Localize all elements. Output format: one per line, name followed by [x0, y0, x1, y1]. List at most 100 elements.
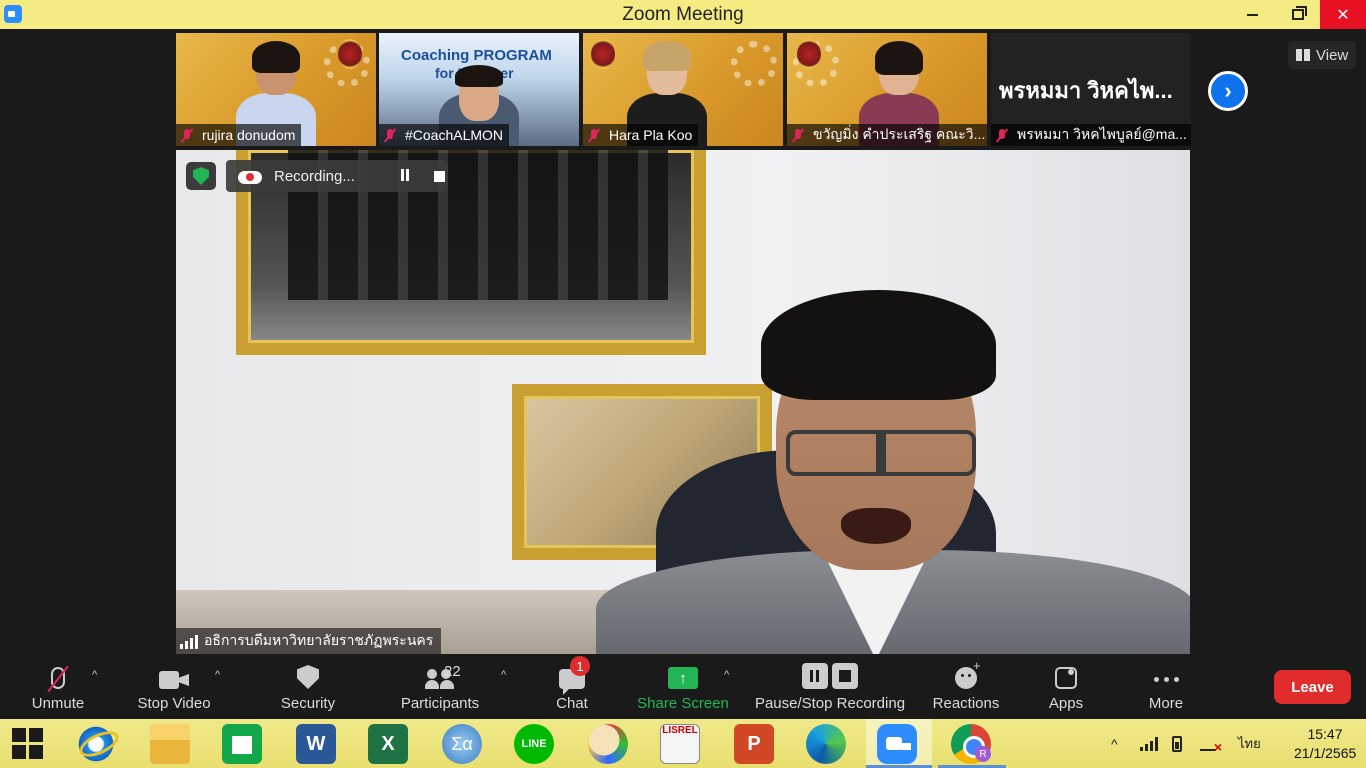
speaker-name: อธิการบดีมหาวิทยาลัยราชภัฏพระนคร — [204, 632, 434, 648]
mic-muted-icon — [587, 128, 601, 142]
participant-name-bar: ขวัญมิ่ง คำประเสริฐ คณะวิ... — [787, 124, 987, 146]
speaker-figure — [596, 280, 1190, 654]
encryption-badge[interactable] — [186, 162, 216, 190]
more-dots-icon — [1153, 669, 1179, 689]
clock-date: 21/1/2565 — [1294, 745, 1357, 761]
unread-badge: 1 — [570, 656, 590, 676]
window-title: Zoom Meeting — [622, 4, 744, 25]
share-screen-icon: ↑ — [668, 667, 698, 689]
minimize-icon — [1246, 13, 1258, 16]
line-app-icon[interactable]: LINE — [514, 724, 554, 764]
participant-thumbnail[interactable]: ขวัญมิ่ง คำประเสริฐ คณะวิ... — [787, 33, 987, 146]
show-hidden-icons-button[interactable]: ^ — [1111, 719, 1118, 768]
audio-options-chevron[interactable]: ^ — [92, 669, 97, 681]
speaker-name-bar: อธิการบดีมหาวิทยาลัยราชภัฏพระนคร — [176, 628, 442, 654]
next-page-button[interactable]: › — [1208, 71, 1248, 111]
chevron-right-icon: › — [1224, 78, 1232, 103]
participant-name: ขวัญมิ่ง คำประเสริฐ คณะวิ... — [813, 126, 986, 142]
meeting-area: rujira donudom Coaching PROGRAM for Lect… — [0, 29, 1366, 655]
participant-thumbnail[interactable]: Hara Pla Koo — [583, 33, 783, 146]
paint-icon[interactable] — [588, 724, 628, 764]
mic-muted-icon — [180, 128, 194, 142]
maximize-button[interactable] — [1275, 0, 1321, 29]
pause-stop-recording-button[interactable]: Pause/Stop Recording — [752, 655, 908, 719]
chat-button[interactable]: 1 Chat — [548, 655, 596, 719]
university-emblem — [591, 39, 615, 69]
stop-video-button[interactable]: Stop Video — [134, 655, 214, 719]
view-label: View — [1316, 46, 1349, 64]
pause-recording-button[interactable] — [394, 169, 414, 183]
participant-thumbnail[interactable]: Coaching PROGRAM for Lecturer #CoachALMO… — [379, 33, 579, 146]
mic-muted-icon — [383, 128, 397, 142]
system-clock[interactable]: 15:47 21/1/2565 — [1294, 725, 1356, 763]
apps-button[interactable]: Apps — [1044, 655, 1088, 719]
zoom-window: Zoom Meeting ✕ rujira donudom Coaching P… — [0, 0, 1366, 768]
meeting-controls-toolbar: Unmute ^ Stop Video ^ Security 22 Partic… — [0, 655, 1366, 719]
powerpoint-icon[interactable]: P — [734, 724, 774, 764]
participant-name-bar: #CoachALMON — [379, 124, 510, 146]
microphone-muted-icon — [51, 667, 65, 689]
apps-icon — [1055, 667, 1077, 689]
restore-icon — [1292, 6, 1307, 20]
share-screen-button[interactable]: ↑ Share Screen — [636, 655, 730, 719]
internet-explorer-icon[interactable] — [76, 724, 116, 764]
shield-icon — [297, 665, 319, 689]
participant-name-bar: Hara Pla Koo — [583, 124, 699, 146]
lisrel-icon[interactable]: LISREL — [660, 724, 700, 764]
university-emblem — [338, 39, 362, 69]
start-button[interactable] — [12, 728, 44, 760]
clock-time: 15:47 — [1307, 726, 1343, 742]
pause-stop-recording-icon — [802, 663, 858, 689]
participant-thumbnail[interactable]: พรหมมา วิหคไพ... พรหมมา วิหคไพบูลย์@ma..… — [991, 33, 1191, 146]
windows-taskbar: W X Σα LINE LISREL P ^ ไทย 15:47 21/1/25… — [0, 719, 1366, 768]
participant-display-name: พรหมมา วิหคไพ... — [999, 78, 1173, 103]
edge-icon[interactable] — [806, 724, 846, 764]
video-options-chevron[interactable]: ^ — [215, 669, 220, 681]
excel-icon[interactable]: X — [368, 724, 408, 764]
stop-recording-button[interactable] — [434, 170, 445, 182]
store-icon[interactable] — [222, 724, 262, 764]
gear-graphic — [731, 41, 777, 87]
recording-indicator: Recording... — [226, 160, 448, 192]
active-speaker-video[interactable]: Recording... อธิการบดีมหาวิทยาลัยราชภัฏพ… — [176, 150, 1190, 654]
participants-options-chevron[interactable]: ^ — [501, 669, 506, 681]
battery-icon[interactable] — [1172, 719, 1182, 768]
network-disconnected-icon[interactable] — [1200, 719, 1222, 768]
math-input-icon[interactable]: Σα — [442, 724, 482, 764]
more-button[interactable]: More — [1144, 655, 1188, 719]
close-icon: ✕ — [1336, 6, 1350, 24]
mic-muted-icon — [791, 128, 805, 142]
participants-button[interactable]: 22 Participants — [396, 655, 484, 719]
word-icon[interactable]: W — [296, 724, 336, 764]
participant-name: rujira donudom — [202, 127, 296, 143]
participant-name: พรหมมา วิหคไพบูลย์@ma... — [1017, 126, 1187, 142]
reactions-button[interactable]: Reactions — [930, 655, 1002, 719]
connection-signal-icon — [180, 633, 198, 649]
security-button[interactable]: Security — [276, 655, 340, 719]
participant-name-bar: พรหมมา วิหคไพบูลย์@ma... — [991, 124, 1191, 146]
file-explorer-icon[interactable] — [150, 724, 190, 764]
cellular-signal-icon[interactable] — [1140, 719, 1158, 768]
close-button[interactable]: ✕ — [1320, 0, 1366, 29]
unmute-button[interactable]: Unmute — [28, 655, 88, 719]
shield-icon — [193, 167, 209, 185]
participant-name: #CoachALMON — [405, 127, 504, 143]
cloud-record-icon — [238, 168, 262, 184]
mic-muted-icon — [995, 128, 1009, 142]
smiley-plus-icon — [955, 658, 981, 689]
participant-name-bar: rujira donudom — [176, 124, 302, 146]
input-language-indicator[interactable]: ไทย — [1238, 719, 1261, 768]
minimize-button[interactable] — [1229, 0, 1275, 29]
share-options-chevron[interactable]: ^ — [724, 669, 729, 681]
zoom-taskbar-icon[interactable] — [877, 724, 917, 764]
university-emblem — [797, 39, 821, 69]
view-button[interactable]: View — [1288, 41, 1357, 69]
video-camera-icon — [159, 671, 189, 689]
chrome-icon[interactable] — [951, 724, 991, 764]
title-bar: Zoom Meeting ✕ — [0, 0, 1366, 29]
participant-name: Hara Pla Koo — [609, 127, 693, 143]
leave-button[interactable]: Leave — [1274, 670, 1351, 704]
gallery-view-icon — [1296, 49, 1310, 61]
recording-text: Recording... — [274, 167, 355, 185]
participant-thumbnail[interactable]: rujira donudom — [176, 33, 376, 146]
